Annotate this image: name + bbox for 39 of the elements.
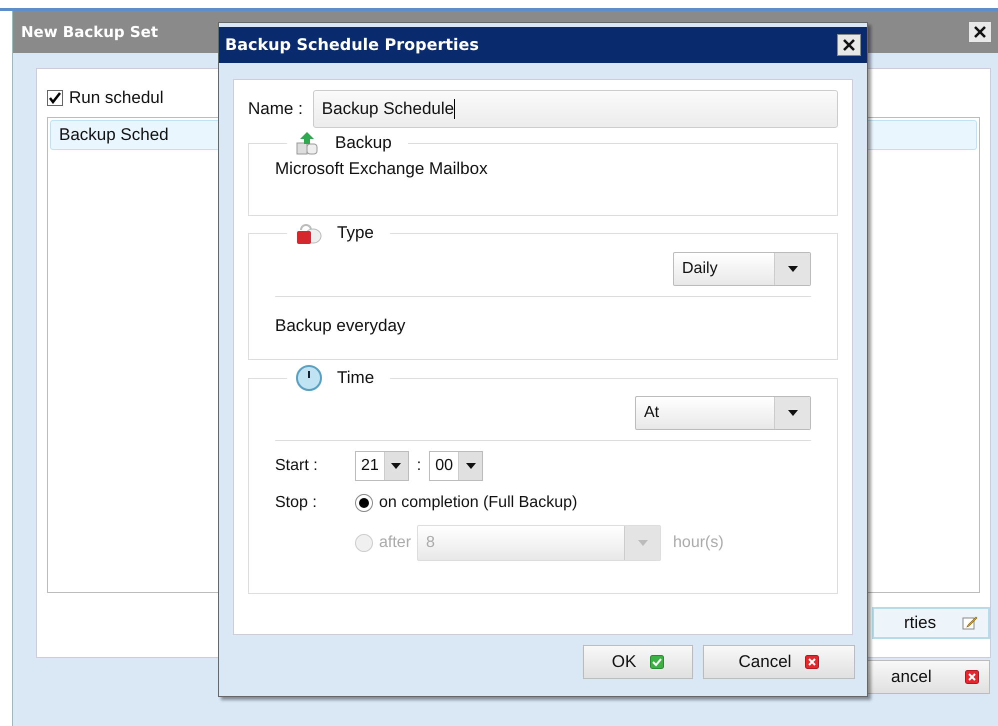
clock-icon [295,364,323,392]
caret-icon [788,410,798,416]
time-separator: : [416,456,422,476]
section-title: Backup [335,132,393,154]
radio-label: on completion (Full Backup) [379,493,578,513]
stop-label: Stop : [275,493,318,513]
close-icon [965,670,979,684]
minute-dropdown[interactable]: 00 [429,451,484,481]
close-button[interactable] [837,34,861,56]
start-label: Start : [275,456,319,476]
close-icon [843,39,855,51]
hours-unit: hour(s) [673,533,724,553]
name-label: Name : [248,98,303,120]
name-field[interactable]: Backup Schedule [312,90,838,128]
properties-button[interactable]: rties [872,606,990,638]
hour-dropdown[interactable]: 21 [355,451,409,481]
check-icon [650,655,664,669]
window-title: New Backup Set [21,22,158,43]
radio-label: after [379,533,412,553]
close-button[interactable] [968,21,992,43]
checkbox-label: Run schedul [69,87,164,109]
dialog-title: Backup Schedule Properties [225,34,479,56]
caret-icon [788,266,798,272]
ok-button[interactable]: OK [583,645,693,679]
close-icon [974,26,986,38]
close-icon [805,655,820,669]
dropdown[interactable]: At [635,396,811,430]
caret-icon [466,463,476,469]
checkbox[interactable] [47,90,63,106]
dropdown[interactable]: Daily [673,252,811,286]
section-title: Time [337,367,376,390]
caret-icon [391,463,402,469]
section-title: Type [337,222,375,244]
type-description: Backup everyday [275,315,406,337]
backup-description: Microsoft Exchange Mailbox [275,158,489,180]
caret-icon [638,540,648,546]
radio-button[interactable] [355,494,373,512]
cancel-button[interactable]: Cancel [703,645,855,679]
pencil-note-icon [962,614,978,630]
